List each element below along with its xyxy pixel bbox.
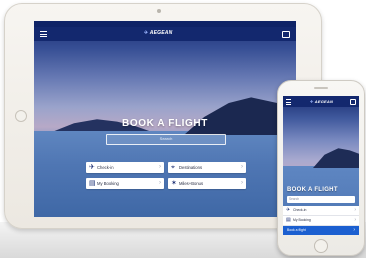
tile-label: Miles+Bonus [179,181,204,186]
menu-icon[interactable] [40,31,47,39]
tile-label: Destinations [179,165,203,170]
quick-links-list: ✈ Check-in › ▤ My Booking › [283,206,359,226]
list-item-label: Check-in [293,208,307,212]
book-flight-button[interactable]: Book a flight › [283,226,359,235]
page-title: BOOK A FLIGHT [287,187,338,193]
tablet-device: ✈ AEGEAN BOOK A FLIGHT Search ✈ Check-in… [4,3,322,229]
chevron-right-icon: › [241,180,243,186]
list-item-check-in[interactable]: ✈ Check-in › [283,206,359,216]
phone-navbar: ✈ AEGEAN [283,96,359,107]
search-placeholder: Search [159,136,173,141]
list-item-label: My Booking [293,218,311,222]
tablet-navbar: ✈ AEGEAN [34,27,296,41]
phone-screen: ✈ AEGEAN BOOK A FLIGHT Search ✈ Check-in… [283,96,359,235]
chevron-right-icon: › [354,207,356,213]
phone-device: ✈ AEGEAN BOOK A FLIGHT Search ✈ Check-in… [277,80,365,256]
chevron-right-icon: › [159,180,161,186]
background-island [313,148,359,168]
chevron-right-icon: › [159,164,161,170]
star-icon: ✶ [171,180,177,187]
tile-my-booking[interactable]: ▤ My Booking › [86,178,164,189]
chevron-right-icon: › [353,227,355,233]
tablet-home-button[interactable] [15,110,27,122]
search-input[interactable]: Search [287,196,355,203]
tablet-screen: ✈ AEGEAN BOOK A FLIGHT Search ✈ Check-in… [34,21,296,217]
page-title: BOOK A FLIGHT [122,118,208,129]
book-flight-label: Book a flight [287,228,306,232]
map-pin-icon: ⌖ [171,164,175,171]
search-placeholder: Search [289,197,300,201]
account-icon[interactable] [350,99,356,105]
account-icon[interactable] [282,31,290,38]
phone-speaker [314,87,328,89]
plane-icon: ✈ [286,207,291,213]
tablet-camera [157,9,161,13]
tile-check-in[interactable]: ✈ Check-in › [86,162,164,173]
brand-logo: ✈ AEGEAN [144,30,173,36]
chevron-right-icon: › [241,164,243,170]
menu-icon[interactable] [286,99,291,107]
list-item-my-booking[interactable]: ▤ My Booking › [283,216,359,226]
tile-miles-bonus[interactable]: ✶ Miles+Bonus › [168,178,246,189]
chevron-right-icon: › [354,217,356,223]
plane-icon: ✈ [89,164,95,171]
brand-logo: ✈ AEGEAN [310,99,334,104]
ticket-icon: ▤ [89,180,96,187]
tile-label: Check-in [97,165,114,170]
search-input[interactable]: Search [106,134,226,145]
ticket-icon: ▤ [286,217,291,223]
phone-home-button[interactable] [314,239,328,253]
tile-label: My Booking [97,181,119,186]
tile-destinations[interactable]: ⌖ Destinations › [168,162,246,173]
